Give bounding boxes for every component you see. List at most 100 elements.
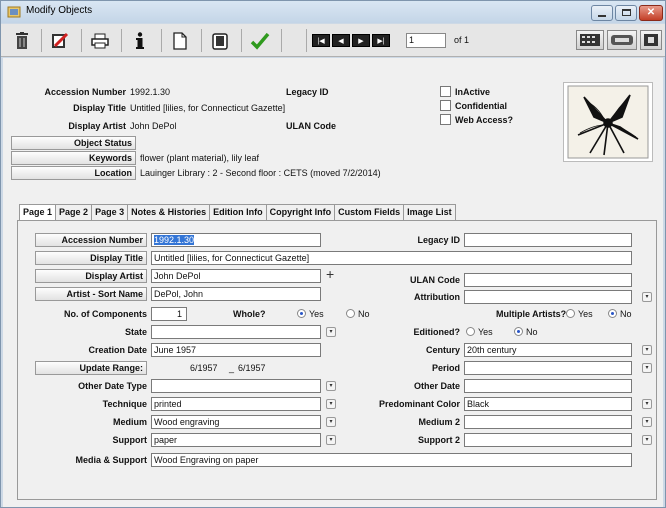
period-label: Period bbox=[431, 363, 460, 373]
app-icon bbox=[7, 6, 21, 18]
accession-number-value: 1992.1.30 bbox=[130, 87, 171, 97]
support-2-dropdown-icon[interactable]: ▾ bbox=[642, 435, 652, 445]
tab-image-list[interactable]: Image List bbox=[403, 204, 456, 220]
editioned-no-radio[interactable] bbox=[514, 327, 523, 336]
display-title-button[interactable]: Display Title bbox=[35, 251, 147, 265]
multiple-artists-no-label: No bbox=[620, 309, 632, 319]
print-icon[interactable] bbox=[85, 27, 115, 54]
multiple-artists-no-radio[interactable] bbox=[608, 309, 617, 318]
components-field[interactable]: 1 bbox=[151, 307, 187, 321]
copy-icon[interactable] bbox=[205, 27, 235, 54]
record-number-input[interactable]: 1 bbox=[406, 33, 446, 48]
other-date-label: Other Date bbox=[413, 381, 460, 391]
whole-yes-label: Yes bbox=[309, 309, 324, 319]
range-separator: _ bbox=[229, 363, 235, 373]
minimize-button[interactable] bbox=[591, 5, 613, 21]
tab-notes-histories[interactable]: Notes & Histories bbox=[127, 204, 211, 220]
support-dropdown-icon[interactable]: ▾ bbox=[326, 435, 336, 445]
support-field[interactable]: paper bbox=[151, 433, 321, 447]
tab-edition-info[interactable]: Edition Info bbox=[209, 204, 267, 220]
display-title-field[interactable]: Untitled [lilies, for Connecticut Gazett… bbox=[151, 251, 632, 265]
save-check-icon[interactable] bbox=[245, 27, 275, 54]
medium-2-field[interactable] bbox=[464, 415, 632, 429]
support-2-label: Support 2 bbox=[418, 435, 460, 445]
form-view-icon[interactable] bbox=[640, 30, 662, 50]
legacy-id-label: Legacy ID bbox=[286, 87, 329, 97]
display-artist-value: John DePol bbox=[130, 121, 177, 131]
legacy-id-field[interactable] bbox=[464, 233, 632, 247]
record-navigator: |◀ ◀ ▶ ▶| bbox=[312, 34, 390, 47]
delete-icon[interactable] bbox=[7, 27, 37, 54]
attribution-label: Attribution bbox=[414, 292, 460, 302]
first-record-button[interactable]: |◀ bbox=[312, 34, 330, 47]
medium-2-dropdown-icon[interactable]: ▾ bbox=[642, 417, 652, 427]
tab-custom-fields[interactable]: Custom Fields bbox=[334, 204, 405, 220]
tab-page-1[interactable]: Page 1 bbox=[19, 204, 57, 221]
editioned-no-label: No bbox=[526, 327, 538, 337]
century-field[interactable]: 20th century bbox=[464, 343, 632, 357]
medium-field[interactable]: Wood engraving bbox=[151, 415, 321, 429]
cancel-edit-icon[interactable] bbox=[45, 27, 75, 54]
accession-number-button[interactable]: Accession Number bbox=[35, 233, 147, 247]
display-title-value: Untitled [lilies, for Connecticut Gazett… bbox=[130, 103, 286, 113]
update-range-button[interactable]: Update Range: bbox=[35, 361, 147, 375]
period-field[interactable] bbox=[464, 361, 632, 375]
confidential-checkbox[interactable] bbox=[440, 100, 451, 111]
tab-copyright-info[interactable]: Copyright Info bbox=[265, 204, 336, 220]
object-status-button[interactable]: Object Status bbox=[11, 136, 136, 150]
inactive-checkbox[interactable] bbox=[440, 86, 451, 97]
creation-date-label: Creation Date bbox=[88, 345, 147, 355]
whole-no-radio[interactable] bbox=[346, 309, 355, 318]
media-support-field[interactable]: Wood Engraving on paper bbox=[151, 453, 632, 467]
record-count: of 1 bbox=[454, 35, 470, 45]
display-artist-button[interactable]: Display Artist bbox=[35, 269, 147, 283]
predominant-color-field[interactable]: Black bbox=[464, 397, 632, 411]
other-date-type-field[interactable] bbox=[151, 379, 321, 393]
support-2-field[interactable] bbox=[464, 433, 632, 447]
medium-dropdown-icon[interactable]: ▾ bbox=[326, 417, 336, 427]
artist-sort-name-field[interactable]: DePol, John bbox=[151, 287, 321, 301]
technique-field[interactable]: printed bbox=[151, 397, 321, 411]
info-icon[interactable] bbox=[125, 27, 155, 54]
other-date-field[interactable] bbox=[464, 379, 632, 393]
previous-record-button[interactable]: ◀ bbox=[332, 34, 350, 47]
predominant-color-dropdown-icon[interactable]: ▾ bbox=[642, 399, 652, 409]
century-label: Century bbox=[425, 345, 460, 355]
accession-number-field[interactable]: 1992.1.30 bbox=[151, 233, 321, 247]
list-view-icon[interactable] bbox=[607, 30, 637, 50]
artist-sort-name-button[interactable]: Artist - Sort Name bbox=[35, 287, 147, 301]
state-field[interactable] bbox=[151, 325, 321, 339]
add-artist-icon[interactable]: + bbox=[326, 266, 334, 282]
period-dropdown-icon[interactable]: ▾ bbox=[642, 363, 652, 373]
last-record-button[interactable]: ▶| bbox=[372, 34, 390, 47]
state-dropdown-icon[interactable]: ▾ bbox=[326, 327, 336, 337]
ulan-code-field[interactable] bbox=[464, 273, 632, 287]
ulan-code-label: ULAN Code bbox=[410, 275, 460, 285]
tab-page-2[interactable]: Page 2 bbox=[55, 204, 93, 220]
close-button[interactable]: ✕ bbox=[639, 5, 663, 21]
whole-yes-radio[interactable] bbox=[297, 309, 306, 318]
technique-dropdown-icon[interactable]: ▾ bbox=[326, 399, 336, 409]
attribution-field[interactable] bbox=[464, 290, 632, 304]
accession-number-label: Accession Number bbox=[44, 87, 126, 97]
attribution-dropdown-icon[interactable]: ▾ bbox=[642, 292, 652, 302]
editioned-label: Editioned? bbox=[413, 327, 461, 337]
display-artist-field[interactable]: John DePol bbox=[151, 269, 321, 283]
tab-page-3[interactable]: Page 3 bbox=[91, 204, 129, 220]
location-button[interactable]: Location bbox=[11, 166, 136, 180]
web-access-label: Web Access? bbox=[455, 115, 514, 125]
other-date-type-dropdown-icon[interactable]: ▾ bbox=[326, 381, 336, 391]
multiple-artists-label: Multiple Artists? bbox=[496, 309, 567, 319]
next-record-button[interactable]: ▶ bbox=[352, 34, 370, 47]
century-dropdown-icon[interactable]: ▾ bbox=[642, 345, 652, 355]
creation-date-field[interactable]: June 1957 bbox=[151, 343, 321, 357]
toolbar: |◀ ◀ ▶ ▶| 1 of 1 bbox=[1, 24, 665, 57]
new-document-icon[interactable] bbox=[165, 27, 195, 54]
object-thumbnail[interactable] bbox=[563, 82, 653, 162]
maximize-button[interactable] bbox=[615, 5, 637, 21]
web-access-checkbox[interactable] bbox=[440, 114, 451, 125]
multiple-artists-yes-radio[interactable] bbox=[566, 309, 575, 318]
grid-view-icon[interactable] bbox=[576, 30, 604, 50]
keywords-button[interactable]: Keywords bbox=[11, 151, 136, 165]
editioned-yes-radio[interactable] bbox=[466, 327, 475, 336]
